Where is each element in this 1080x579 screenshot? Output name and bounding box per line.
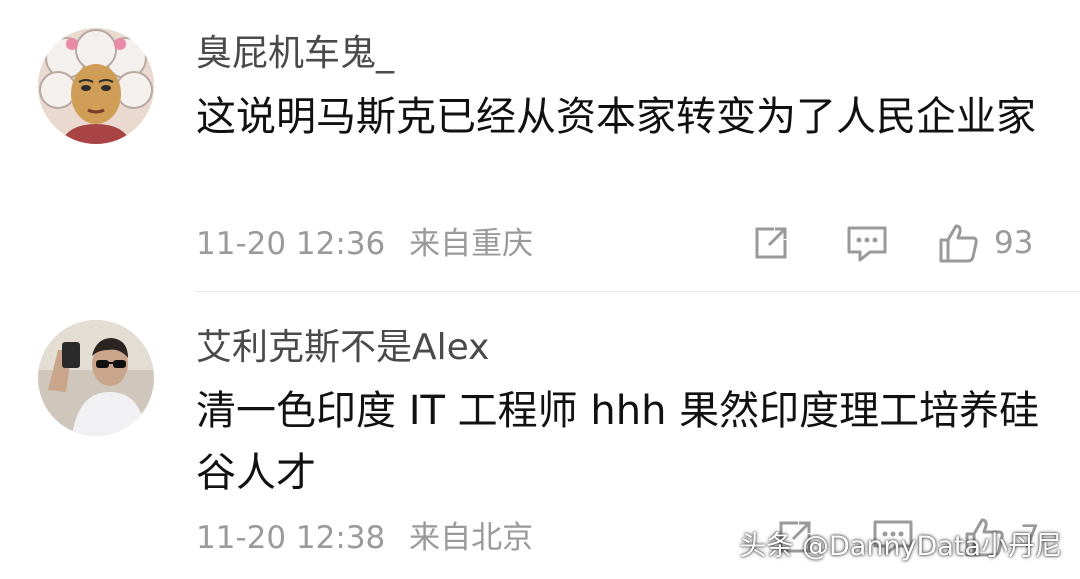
timestamp: 11-20 12:36 [196, 226, 386, 262]
share-button[interactable] [752, 224, 790, 262]
avatar[interactable] [38, 28, 154, 144]
reply-icon [847, 226, 887, 262]
comment-text: 这说明马斯克已经从资本家转变为了人民企业家 [196, 94, 1036, 140]
thumbs-up-icon [939, 224, 978, 263]
location: 来自重庆 [409, 226, 534, 262]
like-button[interactable]: 93 [938, 222, 1033, 264]
timestamp: 11-20 12:38 [196, 520, 386, 556]
comment-text: 清一色印度 IT 工程师 hhh 果然印度理工培养硅谷人才 [196, 388, 1040, 496]
location: 来自北京 [409, 520, 534, 556]
watermark: 头条 @DannyData小丹尼 [739, 531, 1062, 562]
comment-meta: 11-20 12:38 来自北京 [196, 518, 533, 558]
username[interactable]: 艾利克斯不是Alex [196, 326, 489, 370]
comment-item: 臭屁机车鬼_ 这说明马斯克已经从资本家转变为了人民企业家 11-20 12:36… [0, 0, 1080, 292]
like-count: 93 [994, 225, 1034, 261]
avatar[interactable] [38, 320, 154, 436]
reply-button[interactable] [846, 224, 888, 264]
comment-meta: 11-20 12:36 来自重庆 [196, 224, 533, 264]
share-icon [755, 227, 787, 259]
username[interactable]: 臭屁机车鬼_ [196, 32, 394, 76]
